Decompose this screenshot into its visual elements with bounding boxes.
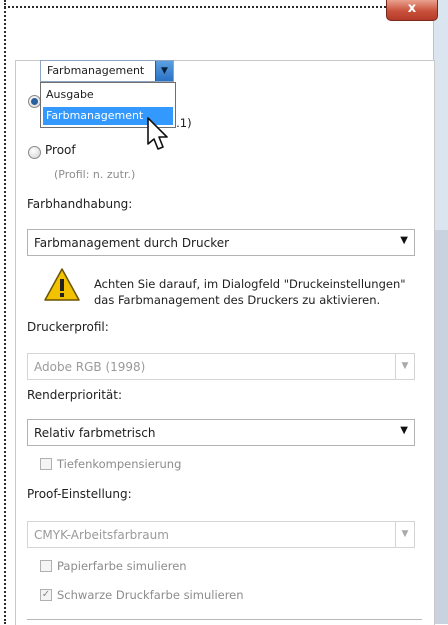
printer-profile-select: Adobe RGB (1998) ▼: [27, 353, 415, 380]
color-handling-label: Farbhandhabung:: [27, 197, 133, 211]
window-edge: [433, 0, 448, 624]
simulate-black-label: Schwarze Druckfarbe simulieren: [57, 588, 244, 602]
rendering-intent-label: Renderpriorität:: [27, 388, 123, 402]
close-icon: x: [407, 1, 417, 16]
chevron-down-icon: ▼: [400, 425, 408, 436]
printer-profile-value: Adobe RGB (1998): [34, 360, 146, 374]
proof-setup-value: CMYK-Arbeitsfarbraum: [34, 528, 169, 542]
color-handling-select[interactable]: Farbmanagement durch Drucker ▼: [27, 229, 415, 256]
chevron-down-icon: ▼: [395, 354, 414, 379]
simulate-paper-label: Papierfarbe simulieren: [57, 559, 187, 573]
mouse-pointer-icon: [147, 117, 168, 150]
printer-profile-label: Druckerprofil:: [27, 320, 109, 334]
dropdown-option-output[interactable]: Ausgabe: [43, 86, 173, 104]
window-edge-shade: [434, 230, 448, 624]
warning-message: Achten Sie darauf, im Dialogfeld "Drucke…: [94, 276, 424, 308]
radio-proof[interactable]: [28, 146, 41, 159]
proof-setup-select: CMYK-Arbeitsfarbraum ▼: [27, 521, 415, 548]
selection-border-top: [4, 6, 390, 8]
section-divider: [27, 619, 422, 620]
proof-profile-note: (Profil: n. zutr.): [54, 168, 136, 181]
radio-proof-label: Proof: [45, 143, 76, 157]
simulate-paper-checkbox: [40, 560, 52, 572]
chevron-down-icon: ▼: [395, 522, 414, 547]
rendering-intent-value: Relativ farbmetrisch: [34, 426, 156, 440]
warning-icon: [44, 268, 80, 301]
selection-border-left: [4, 0, 6, 624]
section-select-value: Farbmanagement: [47, 64, 145, 77]
proof-setup-label: Proof-Einstellung:: [27, 487, 132, 501]
black-point-label: Tiefenkompensierung: [57, 457, 182, 471]
warning-line-1: Achten Sie darauf, im Dialogfeld "Drucke…: [94, 277, 406, 291]
chevron-down-icon[interactable]: ▼: [155, 61, 173, 81]
warning-line-2: das Farbmanagement des Druckers zu aktiv…: [94, 293, 381, 307]
black-point-checkbox: [40, 458, 52, 470]
close-button[interactable]: x: [386, 0, 438, 21]
chevron-down-icon: ▼: [400, 235, 408, 246]
simulate-black-checkbox: ✓: [40, 589, 52, 601]
rendering-intent-select[interactable]: Relativ farbmetrisch ▼: [27, 419, 415, 446]
color-handling-value: Farbmanagement durch Drucker: [34, 236, 230, 250]
section-select[interactable]: Farbmanagement ▼: [40, 60, 174, 82]
